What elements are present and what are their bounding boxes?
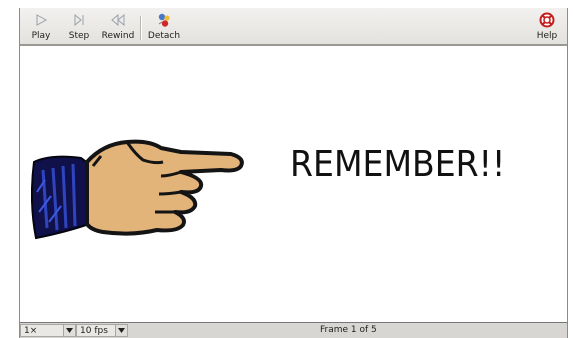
- help-icon: [539, 10, 555, 30]
- play-icon: [34, 10, 48, 30]
- fps-value: 10 fps: [80, 325, 108, 336]
- pointing-hand-image: [31, 139, 244, 240]
- play-button[interactable]: Play: [26, 10, 56, 44]
- toolbar: Play Step Rewind Detach Help: [20, 8, 567, 46]
- detach-icon: [155, 10, 173, 30]
- rewind-button[interactable]: Rewind: [100, 10, 136, 44]
- frame-counter: Frame 1 of 5: [320, 325, 377, 335]
- remember-text: REMEMBER!!: [290, 144, 506, 185]
- help-label: Help: [536, 31, 558, 41]
- animation-canvas: REMEMBER!!: [20, 46, 567, 323]
- detach-button[interactable]: Detach: [146, 10, 182, 44]
- animation-viewer-window: Play Step Rewind Detach Help REMEMBER!! …: [19, 8, 568, 338]
- play-label: Play: [31, 31, 51, 41]
- toolbar-separator: [140, 16, 142, 40]
- step-label: Step: [68, 31, 90, 41]
- step-button[interactable]: Step: [64, 10, 94, 44]
- status-bar: 1× 10 fps Frame 1 of 5: [20, 323, 567, 338]
- rewind-icon: [109, 10, 127, 30]
- rewind-label: Rewind: [101, 31, 135, 41]
- detach-label: Detach: [147, 31, 181, 41]
- zoom-select[interactable]: 1×: [20, 324, 76, 337]
- zoom-value: 1×: [24, 325, 38, 336]
- fps-select[interactable]: 10 fps: [76, 324, 128, 337]
- chevron-down-icon: [115, 325, 127, 336]
- chevron-down-icon: [63, 325, 75, 336]
- step-icon: [72, 10, 86, 30]
- help-button[interactable]: Help: [534, 10, 560, 44]
